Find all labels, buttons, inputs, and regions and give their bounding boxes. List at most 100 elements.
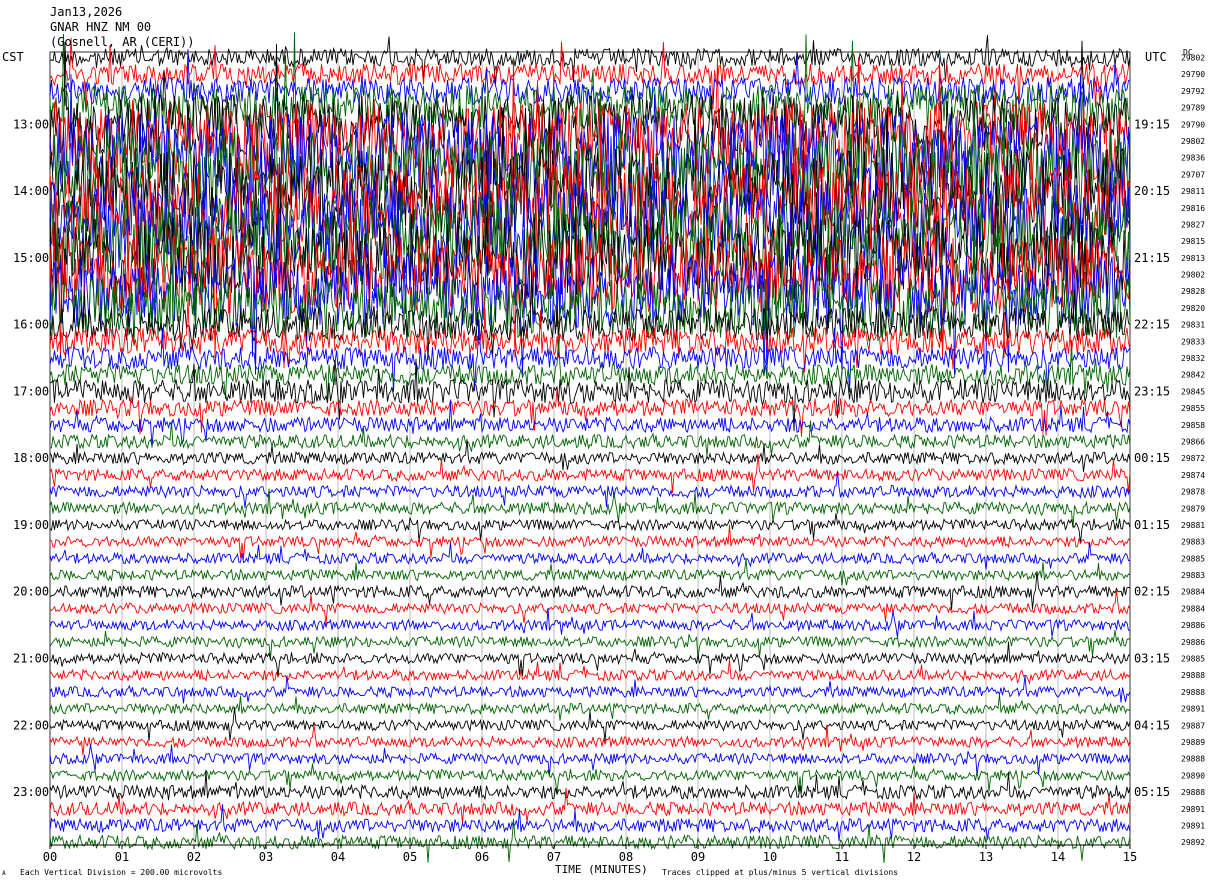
date-label: Jan13,2026 bbox=[50, 5, 123, 19]
trace-37 bbox=[49, 659, 1131, 685]
trace-20 bbox=[49, 358, 1131, 432]
x-tick-label-13: 13 bbox=[979, 850, 993, 864]
scale-note: Each Vertical Division = 200.00 microvol… bbox=[20, 868, 223, 877]
dc-offset-label: 29832 bbox=[1181, 354, 1205, 363]
plot-frame bbox=[49, 51, 1131, 846]
trace-39 bbox=[49, 694, 1131, 721]
left-hour-label: 18:00 bbox=[13, 451, 49, 465]
left-hour-label: 20:00 bbox=[13, 585, 49, 599]
dc-offset-label: 29891 bbox=[1181, 805, 1205, 814]
left-hour-label: 23:00 bbox=[13, 785, 49, 799]
x-tick-label-01: 01 bbox=[115, 850, 129, 864]
dc-offset-label: 29884 bbox=[1181, 604, 1205, 613]
dc-offset-label: 29886 bbox=[1181, 638, 1205, 647]
dc-offset-label: 29831 bbox=[1181, 321, 1205, 330]
dc-offset-label: 29885 bbox=[1181, 655, 1205, 664]
dc-offset-label: 29842 bbox=[1181, 371, 1205, 380]
left-hour-label: 16:00 bbox=[13, 318, 49, 332]
left-hour-label: 15:00 bbox=[13, 251, 49, 265]
left-hour-label: 13:00 bbox=[13, 117, 49, 131]
left-hour-label: 21:00 bbox=[13, 652, 49, 666]
dc-offset-label: 29820 bbox=[1181, 304, 1205, 313]
trace-36 bbox=[49, 641, 1131, 677]
dc-offset-label: 29879 bbox=[1181, 504, 1205, 513]
left-hour-label: 14:00 bbox=[13, 184, 49, 198]
right-hour-label: 23:15 bbox=[1134, 384, 1170, 398]
x-tick-label-04: 04 bbox=[331, 850, 345, 864]
minute-gridlines bbox=[49, 51, 1131, 846]
right-hour-label: 19:15 bbox=[1134, 117, 1170, 131]
dc-offset-label: 29792 bbox=[1181, 87, 1205, 96]
trace-0 bbox=[49, 35, 1131, 85]
trace-38 bbox=[49, 675, 1131, 704]
right-hour-label: 02:15 bbox=[1134, 585, 1170, 599]
dc-offset-label: 29881 bbox=[1181, 521, 1205, 530]
x-tick-label-10: 10 bbox=[763, 850, 777, 864]
dc-offset-label: 29858 bbox=[1181, 421, 1205, 430]
right-hour-label: 03:15 bbox=[1134, 652, 1170, 666]
trace-41 bbox=[49, 724, 1131, 756]
dc-offset-label: 29884 bbox=[1181, 588, 1205, 597]
left-hour-label: 22:00 bbox=[13, 718, 49, 732]
dc-offset-label: 29833 bbox=[1181, 337, 1205, 346]
right-timezone-label: UTC bbox=[1145, 50, 1167, 64]
right-hour-label: 00:15 bbox=[1134, 451, 1170, 465]
dc-offset-label: 29802 bbox=[1181, 271, 1205, 280]
dc-offset-label: 29815 bbox=[1181, 237, 1205, 246]
trace-43 bbox=[49, 763, 1131, 794]
dc-offset-label: 29891 bbox=[1181, 705, 1205, 714]
left-timezone-label: CST bbox=[2, 50, 24, 64]
dc-offset-label: 29790 bbox=[1181, 70, 1205, 79]
trace-26 bbox=[49, 471, 1131, 509]
dc-offset-label: 29883 bbox=[1181, 571, 1205, 580]
station-label: GNAR HNZ NM 00 bbox=[50, 20, 152, 34]
dc-offset-label: 29890 bbox=[1181, 771, 1205, 780]
dc-offset-label: 29883 bbox=[1181, 538, 1205, 547]
x-axis-title: TIME (MINUTES) bbox=[555, 863, 648, 876]
left-hour-label: 17:00 bbox=[13, 384, 49, 398]
dc-offset-label: 29892 bbox=[1181, 838, 1205, 847]
left-hour-label: 19:00 bbox=[13, 518, 49, 532]
corner-mark: A bbox=[2, 870, 6, 877]
x-tick-label-07: 07 bbox=[547, 850, 561, 864]
dc-offset-label: 29789 bbox=[1181, 104, 1205, 113]
trace-30 bbox=[49, 541, 1131, 570]
dc-offset-label: 29888 bbox=[1181, 788, 1205, 797]
dc-offset-label: 29886 bbox=[1181, 621, 1205, 630]
x-tick-label-03: 03 bbox=[259, 850, 273, 864]
dc-offset-label: 29888 bbox=[1181, 671, 1205, 680]
trace-34 bbox=[49, 607, 1131, 638]
dc-offset-label: 29827 bbox=[1181, 220, 1205, 229]
trace-19 bbox=[49, 339, 1131, 402]
trace-28 bbox=[49, 513, 1131, 544]
clip-note: Traces clipped at plus/minus 5 vertical … bbox=[662, 868, 899, 877]
dc-header-label: DC bbox=[1183, 48, 1193, 57]
dc-offset-label: 29790 bbox=[1181, 120, 1205, 129]
right-hour-label: 04:15 bbox=[1134, 718, 1170, 732]
dc-offset-label: 29866 bbox=[1181, 437, 1205, 446]
location-label: (Gosnell, AR (CERI)) bbox=[50, 35, 195, 49]
right-hour-label: 20:15 bbox=[1134, 184, 1170, 198]
dc-offset-label: 29888 bbox=[1181, 688, 1205, 697]
x-tick-label-08: 08 bbox=[619, 850, 633, 864]
x-tick-label-11: 11 bbox=[835, 850, 849, 864]
dc-offset-label: 29845 bbox=[1181, 387, 1205, 396]
x-tick-label-12: 12 bbox=[907, 850, 921, 864]
dc-offset-label: 29889 bbox=[1181, 738, 1205, 747]
dc-offset-label: 29885 bbox=[1181, 554, 1205, 563]
x-tick-label-09: 09 bbox=[691, 850, 705, 864]
dc-offset-label: 29811 bbox=[1181, 187, 1205, 196]
x-tick-label-05: 05 bbox=[403, 850, 417, 864]
dc-offset-label: 29891 bbox=[1181, 821, 1205, 830]
dc-offset-label: 29888 bbox=[1181, 755, 1205, 764]
trace-47 bbox=[49, 818, 1131, 863]
dc-offset-label: 29878 bbox=[1181, 488, 1205, 497]
right-hour-label: 05:15 bbox=[1134, 785, 1170, 799]
dc-offset-label: 29887 bbox=[1181, 721, 1205, 730]
x-tick-label-14: 14 bbox=[1051, 850, 1065, 864]
dc-offset-label: 29816 bbox=[1181, 204, 1205, 213]
x-tick-label-15: 15 bbox=[1123, 850, 1137, 864]
dc-offset-label: 29707 bbox=[1181, 170, 1205, 179]
dc-offset-label: 29813 bbox=[1181, 254, 1205, 263]
dc-offset-label: 29855 bbox=[1181, 404, 1205, 413]
